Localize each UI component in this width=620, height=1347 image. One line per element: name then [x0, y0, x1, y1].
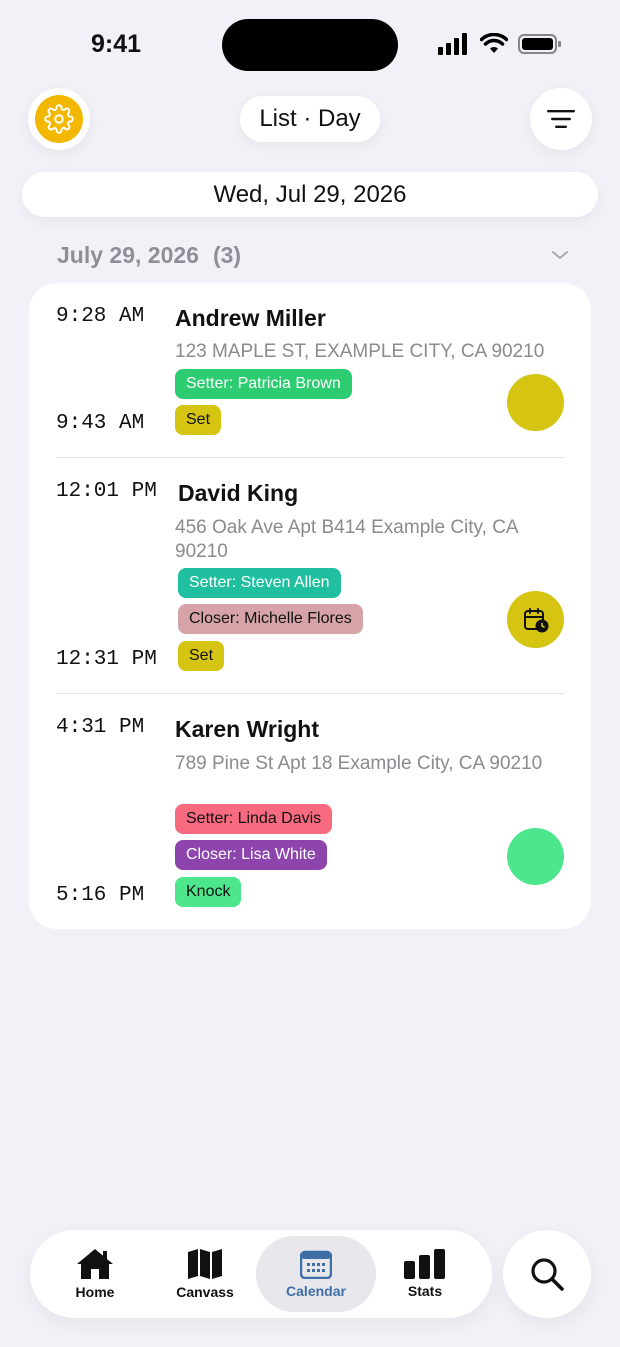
status-tag: Knock: [175, 877, 242, 907]
start-time: 9:28 AM: [56, 305, 145, 328]
map-icon: [188, 1249, 222, 1279]
end-time: 9:43 AM: [56, 412, 145, 435]
status-tag: Set: [178, 641, 225, 671]
chevron-down-icon[interactable]: [551, 249, 569, 261]
appointment-item[interactable]: 12:01 PM David King 456 Oak Ave Apt B414…: [29, 458, 591, 693]
appointment-item[interactable]: 4:31 PM Karen Wright 789 Pine St Apt 18 …: [29, 694, 591, 929]
section-count: (3): [212, 241, 242, 268]
start-time: 12:01 PM: [56, 480, 157, 503]
calendar-icon: [300, 1250, 332, 1279]
tab-bar: Home Canvass Calendar Stats: [30, 1230, 492, 1318]
customer-address: 789 Pine St Apt 18 Example City, CA 9021…: [175, 753, 543, 774]
section-header[interactable]: July 29, 2026 (3): [57, 240, 569, 270]
tab-home-label: Home: [75, 1284, 115, 1300]
bar-chart-icon: [404, 1249, 445, 1279]
filter-lines-icon: [547, 110, 575, 128]
dynamic-island: [222, 19, 398, 71]
filter-button[interactable]: [530, 88, 592, 150]
wifi-icon: [480, 33, 508, 53]
status-tag: Set: [175, 405, 222, 435]
signal-icon: [438, 33, 467, 55]
status-indicator[interactable]: [507, 828, 564, 885]
battery-icon: [518, 34, 561, 54]
gear-icon: [44, 104, 74, 134]
setter-tag: Setter: Patricia Brown: [175, 369, 352, 399]
closer-tag: Closer: Michelle Flores: [178, 604, 363, 634]
start-time: 4:31 PM: [56, 716, 145, 739]
status-icons: [438, 33, 562, 55]
settings-icon-bg: [35, 95, 83, 143]
view-mode-toggle[interactable]: List · Day: [240, 96, 380, 142]
tab-canvass[interactable]: Canvass: [162, 1230, 248, 1318]
closer-tag: Closer: Lisa White: [175, 840, 327, 870]
setter-tag: Setter: Steven Allen: [178, 568, 341, 598]
tab-stats-label: Stats: [407, 1283, 443, 1299]
tab-canvass-label: Canvass: [176, 1284, 234, 1300]
customer-name: David King: [178, 480, 299, 506]
end-time: 12:31 PM: [56, 648, 157, 671]
tab-calendar-label: Calendar: [286, 1283, 346, 1299]
status-bar: 9:41: [0, 0, 620, 92]
customer-address: 456 Oak Ave Apt B414 Example City, CA 90…: [175, 517, 518, 562]
status-indicator[interactable]: [507, 374, 564, 431]
calendar-clock-icon: [523, 607, 548, 632]
status-indicator[interactable]: [507, 591, 564, 648]
appointment-item[interactable]: 9:28 AM Andrew Miller 123 MAPLE ST, EXAM…: [29, 283, 591, 457]
section-title: July 29, 2026 (3): [57, 242, 241, 269]
tab-calendar[interactable]: Calendar: [256, 1236, 376, 1312]
setter-tag: Setter: Linda Davis: [175, 804, 333, 834]
tab-home[interactable]: Home: [52, 1230, 138, 1318]
end-time: 5:16 PM: [56, 884, 145, 907]
status-time: 9:41: [91, 30, 142, 58]
customer-name: Karen Wright: [175, 716, 319, 742]
tab-stats[interactable]: Stats: [382, 1230, 468, 1318]
search-button[interactable]: [503, 1230, 591, 1318]
settings-button[interactable]: [28, 88, 90, 150]
home-icon: [77, 1249, 113, 1279]
customer-name: Andrew Miller: [175, 305, 326, 331]
search-icon: [531, 1258, 564, 1291]
customer-address: 123 MAPLE ST, EXAMPLE CITY, CA 90210: [175, 341, 545, 362]
appointments-card: 9:28 AM Andrew Miller 123 MAPLE ST, EXAM…: [29, 283, 591, 929]
date-picker[interactable]: Wed, Jul 29, 2026: [22, 172, 598, 217]
section-date: July 29, 2026: [57, 241, 199, 268]
